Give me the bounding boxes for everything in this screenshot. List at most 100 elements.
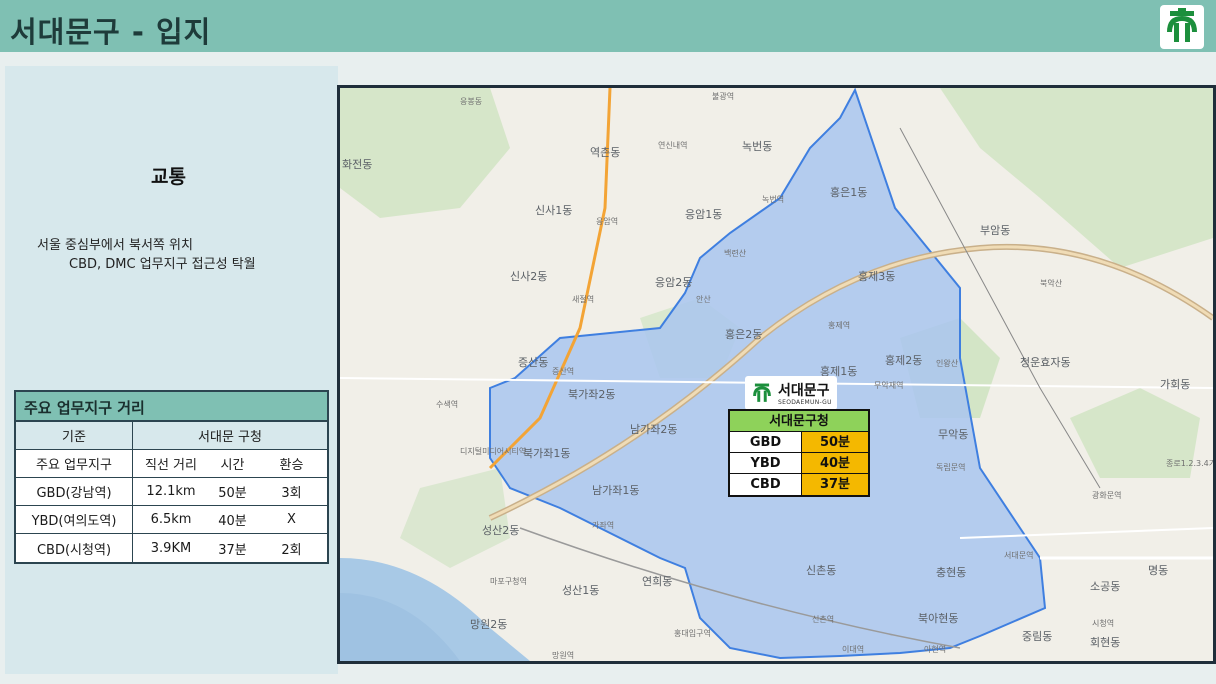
map-label-jeungsan: 증산동	[518, 356, 549, 369]
map-label-bukahyeon: 북아현동	[918, 612, 959, 625]
commute-time-row: CBD 37분	[730, 474, 868, 495]
commute-time-row: GBD 50분	[730, 432, 868, 453]
map-label-muakjae-station: 무악재역	[874, 381, 904, 390]
description-line-1: 서울 중심부에서 북서쪽 위치	[37, 238, 193, 253]
map-label-eungbong: 응봉동	[460, 97, 483, 106]
gu-name: 서대문구	[778, 383, 830, 399]
map-label-cheongun: 청운효자동	[1020, 356, 1071, 369]
map-label-seodaemun-station: 서대문역	[1004, 551, 1034, 560]
subheader-distance: 직선 거리	[145, 458, 197, 473]
map-label-jongno-station: 종로1.2.3.4가	[1166, 459, 1216, 468]
row-distance: 6.5km	[150, 512, 192, 527]
table-row: CBD(시청역) 3.9KM 37분 2회	[16, 534, 327, 562]
map-label-gwanghwamun-station: 광화문역	[1092, 491, 1122, 500]
commute-minutes: 37분	[802, 474, 868, 495]
row-area: CBD(시청역)	[16, 534, 133, 562]
map-label-eungam2: 응암2동	[655, 276, 693, 289]
map-label-mangwon2: 망원2동	[470, 618, 508, 631]
commute-dest: YBD	[730, 453, 802, 473]
map-label-ewha-station: 이대역	[842, 645, 865, 654]
map-label-susaek-station: 수색역	[436, 400, 459, 409]
row-time: 50분	[218, 486, 247, 501]
map-label-nokbeon-station: 녹번역	[762, 195, 785, 204]
map-label-cityhall-station: 시청역	[1092, 619, 1115, 628]
map-label-gahoe: 가회동	[1160, 378, 1191, 391]
row-time: 37분	[218, 542, 247, 558]
commute-dest: CBD	[730, 474, 802, 495]
commute-minutes: 40분	[802, 453, 868, 473]
section-title: 교통	[151, 166, 186, 188]
map-label-jungnim: 중림동	[1022, 630, 1053, 643]
map-label-ahyeon-station: 아현역	[924, 645, 947, 654]
page-title: 서대문구 - 입지	[10, 15, 212, 49]
row-area: GBD(강남역)	[16, 478, 133, 505]
map-label-namgajwa1: 남가좌1동	[592, 484, 640, 497]
table-row: GBD(강남역) 12.1km 50분 3회	[16, 478, 327, 506]
commute-time-row: YBD 40분	[730, 453, 868, 474]
distance-table-title: 주요 업무지구 거리	[16, 392, 327, 422]
map-label-gajwa-station: 가좌역	[592, 521, 615, 530]
map-label-hongik-station: 홍대입구역	[674, 629, 711, 638]
map-label-baengnyeonsan: 백련산	[724, 249, 747, 258]
map-graphic	[340, 88, 1213, 661]
map-label-sinchon-station: 신촌역	[812, 615, 835, 624]
commute-time-box: 서대문구청 GBD 50분 YBD 40분 CBD 37분	[728, 409, 870, 497]
map-label-hongje2: 홍제2동	[885, 354, 923, 367]
gu-name-en: SEODAEMUN-GU	[778, 399, 832, 406]
map-label-namgajwa2: 남가좌2동	[630, 423, 678, 436]
map-label-myeong: 명동	[1148, 564, 1169, 577]
distance-table: 주요 업무지구 거리 기준 서대문 구청 주요 업무지구 직선 거리 시간 환승…	[14, 390, 329, 564]
map-label-buam: 부암동	[980, 224, 1011, 237]
map-label-sinsa1: 신사1동	[535, 204, 573, 217]
map-label-yeonsinnae-station: 연신내역	[658, 141, 688, 150]
map-label-dmc-station: 디지털미디어시티역	[460, 447, 527, 456]
subheader-time: 시간	[220, 458, 245, 473]
map-label-chunghyeon: 충현동	[936, 566, 967, 579]
map-label-dongnimmun-station: 독립문역	[936, 463, 966, 472]
commute-time-title: 서대문구청	[730, 411, 868, 432]
map-label-eungam-station: 응암역	[596, 217, 619, 226]
row-distance: 3.9KM	[150, 540, 192, 556]
map-label-jeungsan-station: 증산역	[552, 367, 575, 376]
row-time: 40분	[218, 514, 247, 529]
commute-dest: GBD	[730, 432, 802, 452]
left-panel: 교통 서울 중심부에서 북서쪽 위치 CBD, DMC 업무지구 접근성 탁월 …	[5, 66, 338, 674]
row-distance: 12.1km	[146, 484, 196, 499]
map-label-hoehyeon: 회현동	[1090, 636, 1121, 649]
map-label-seongsan1: 성산1동	[562, 584, 600, 597]
map-label-saejeol-station: 새절역	[572, 295, 595, 304]
table-subheader-row: 주요 업무지구 직선 거리 시간 환승	[16, 450, 327, 478]
subheader-area: 주요 업무지구	[16, 450, 133, 477]
map-label-hongje-station: 홍제역	[828, 321, 851, 330]
seodaemun-emblem-icon	[749, 380, 775, 406]
map-label-bulgwang-station: 불광역	[712, 92, 735, 101]
map-label-bukgajwa1: 북가좌1동	[523, 447, 571, 460]
row-area: YBD(여의도역)	[16, 506, 133, 533]
seodaemun-logo-icon	[1160, 5, 1204, 49]
subheader-transfer: 환승	[279, 458, 304, 473]
map-label-nokbeon: 녹번동	[742, 140, 773, 153]
map-label-muak: 무악동	[938, 428, 969, 441]
map-label-yeonhui: 연희동	[642, 575, 673, 588]
map-label-hongeun1: 홍은1동	[830, 186, 868, 199]
map-label-inwangsan: 인왕산	[936, 359, 959, 368]
map-label-sogong: 소공동	[1090, 580, 1121, 593]
map-label-ansan: 안산	[696, 295, 711, 304]
row-transfer: 3회	[281, 486, 302, 501]
map-label-eungam1: 응암1동	[685, 208, 723, 221]
map-label-hongeun2: 홍은2동	[725, 328, 763, 341]
table-row: YBD(여의도역) 6.5km 40분 X	[16, 506, 327, 534]
map-label-hwajeon: 화전동	[342, 158, 373, 171]
map-label-bugaksan: 북악산	[1040, 279, 1063, 288]
map-label-mangwon-station: 망원역	[552, 651, 575, 660]
row-transfer: X	[287, 512, 296, 527]
header-basis: 기준	[16, 422, 133, 449]
map-label-yeokchon: 역촌동	[590, 146, 621, 159]
header-office: 서대문 구청	[198, 430, 262, 445]
map-label-sinchon: 신촌동	[806, 564, 837, 577]
table-header-row: 기준 서대문 구청	[16, 422, 327, 450]
row-transfer: 2회	[281, 542, 302, 558]
description-line-2: CBD, DMC 업무지구 접근성 탁월	[69, 257, 256, 272]
map-label-hongje3: 홍제3동	[858, 270, 896, 283]
district-map[interactable]: 역촌동 녹번동 신사1동 응암1동 홍은1동 부암동 신사2동 응암2동 홍제3…	[337, 85, 1216, 664]
